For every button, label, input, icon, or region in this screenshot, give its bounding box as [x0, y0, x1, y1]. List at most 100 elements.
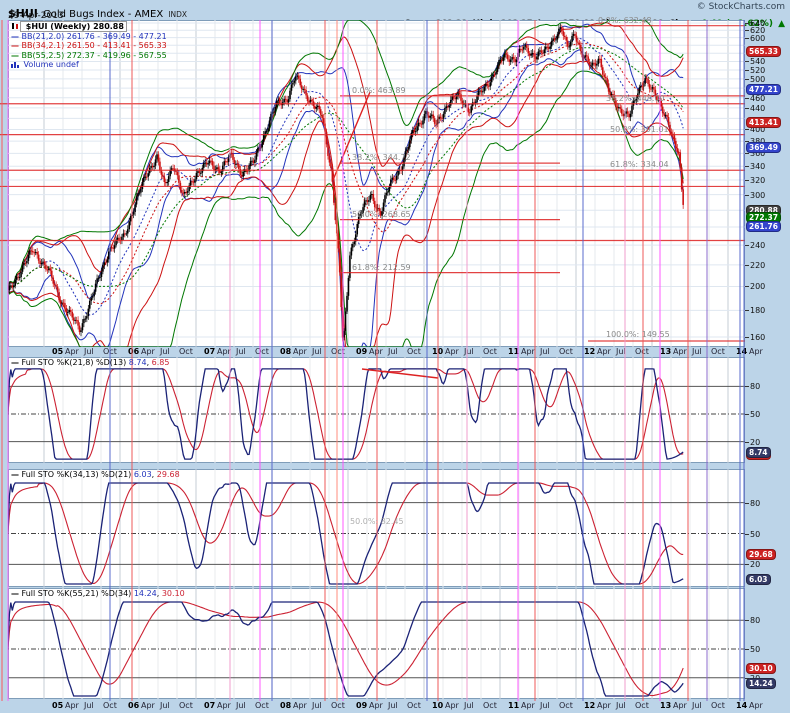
volume-icon	[11, 60, 21, 69]
legend-label: $HUI (Weekly) 280.88	[20, 21, 127, 32]
x-axis-month-label: Apr	[369, 701, 383, 710]
stochastic-legend: — Full STO %K(55,21) %D(34) 14.24, 30.10	[11, 589, 185, 599]
y-axis-tickmark	[745, 265, 749, 266]
y-axis-tick: 200	[750, 282, 765, 291]
x-axis-year-label: 13	[660, 347, 671, 356]
x-axis-year-label: 06	[128, 347, 139, 356]
x-axis-month-label: Oct	[483, 347, 497, 356]
panel-y-tick: 20	[750, 438, 760, 447]
x-axis-month-label: Jul	[84, 347, 94, 356]
x-axis-month-label: Jul	[540, 701, 550, 710]
x-axis-month-label: Oct	[711, 347, 725, 356]
y-axis-tick: 300	[750, 191, 765, 200]
x-axis-year-label: 13	[660, 701, 671, 710]
fib-retracement-label: 100.0%: 149.55	[606, 330, 670, 339]
legend-item: — BB(34,2.1) 261.50 - 413.41 - 565.33	[11, 41, 167, 51]
x-axis-month-label: Apr	[597, 701, 611, 710]
x-axis-month-label: Apr	[65, 347, 79, 356]
line-icon: —	[11, 41, 19, 50]
price-badge: 477.21	[746, 84, 781, 95]
fib-retracement-label: 0.0%: 632.48	[598, 16, 652, 25]
x-axis-month-label: Jul	[692, 347, 702, 356]
candlestick-icon	[11, 22, 20, 31]
y-axis-tickmark	[745, 70, 749, 71]
y-axis-tickmark	[745, 180, 749, 181]
y-axis-tickmark	[745, 310, 749, 311]
x-axis-year-label: 12	[584, 701, 595, 710]
fib-retracement-label: 61.8%: 212.59	[352, 263, 411, 272]
x-axis-month-label: Oct	[635, 347, 649, 356]
panel-y-tick: 80	[750, 499, 760, 508]
stochastic-k-badge: 6.03	[746, 574, 771, 585]
x-axis-month-label: Oct	[559, 347, 573, 356]
panel-y-tick: 50	[750, 410, 760, 419]
x-axis-month-label: Apr	[141, 701, 155, 710]
price-badge: 413.41	[746, 117, 781, 128]
x-axis-month-label: Oct	[255, 701, 269, 710]
stockcharts-weekly-chart: $HUI Gold Bugs Index - AMEX INDX © Stock…	[0, 0, 790, 713]
stochastic-d-value: 29.68	[157, 470, 180, 479]
stochastic-plot-3	[8, 588, 745, 699]
stochastic-legend-label: Full STO %K(21,8) %D(13)	[22, 358, 127, 367]
x-axis-month-label: Jul	[388, 347, 398, 356]
stochastic-plot-2	[8, 469, 745, 587]
panel-y-tick: 80	[750, 382, 760, 391]
stochastic-d-value: 6.85	[152, 358, 170, 367]
stochastic-k-badge: 14.24	[746, 678, 776, 689]
x-axis-month-label: Jul	[160, 347, 170, 356]
x-axis-month-label: Jul	[160, 701, 170, 710]
x-axis-month-label: Jul	[464, 347, 474, 356]
fib-retracement-label: 38.2%: 448.00	[606, 94, 665, 103]
y-axis-tickmark	[745, 129, 749, 130]
y-axis-tickmark	[745, 30, 749, 31]
line-icon: —	[11, 470, 19, 479]
x-axis-month-label: Jul	[84, 701, 94, 710]
y-axis-tickmark	[745, 166, 749, 167]
y-axis-tick: 220	[750, 261, 765, 270]
x-axis-strip: 05AprJulOct06AprJulOct07AprJulOct08AprJu…	[0, 347, 790, 358]
y-axis-tick: 180	[750, 306, 765, 315]
x-axis-year-label: 11	[508, 701, 519, 710]
x-axis-year-label: 11	[508, 347, 519, 356]
y-axis-tickmark	[745, 79, 749, 80]
x-axis-year-label: 12	[584, 347, 595, 356]
line-icon: —	[11, 589, 19, 598]
line-icon: —	[11, 358, 19, 367]
x-axis-year-label: 14	[736, 347, 747, 356]
x-axis-month-label: Oct	[483, 701, 497, 710]
x-axis-month-label: Oct	[711, 701, 725, 710]
legend-label: BB(34,2.1) 261.50 - 413.41 - 565.33	[19, 41, 167, 50]
x-axis-month-label: Apr	[65, 701, 79, 710]
stochastic-k-badge: 8.74	[746, 447, 771, 458]
fib-retracement-label: 50.0%: 268.65	[352, 210, 411, 219]
x-axis-month-label: Oct	[331, 347, 345, 356]
stochastic-d-badge: 29.68	[746, 549, 776, 560]
stochastic-legend-label: Full STO %K(55,21) %D(34)	[22, 589, 132, 598]
y-axis-tickmark	[745, 337, 749, 338]
stochastic-legend-label: Full STO %K(34,13) %D(21)	[22, 470, 132, 479]
x-axis-year-label: 09	[356, 347, 367, 356]
y-axis-tickmark	[745, 98, 749, 99]
stochastic-d-badge: 30.10	[746, 663, 776, 674]
x-axis-month-label: Apr	[673, 347, 687, 356]
x-axis-month-label: Oct	[331, 701, 345, 710]
panel-y-tickmark	[745, 534, 749, 535]
panel-y-tick: 80	[750, 616, 760, 625]
y-axis-tick: 160	[750, 333, 765, 342]
y-axis-tickmark	[745, 245, 749, 246]
y-axis-tick: 500	[750, 75, 765, 84]
x-axis-month-label: Oct	[407, 701, 421, 710]
y-axis-tick: 240	[750, 241, 765, 250]
exchange-label: INDX	[168, 10, 187, 19]
x-axis-month-label: Jul	[692, 701, 702, 710]
x-axis-month-label: Oct	[635, 701, 649, 710]
fib-retracement-label: 61.8%: 334.04	[610, 160, 669, 169]
x-axis-month-label: Jul	[388, 701, 398, 710]
x-axis-month-label: Jul	[540, 347, 550, 356]
x-axis-strip: 05AprJulOct06AprJulOct07AprJulOct08AprJu…	[0, 701, 790, 712]
fib-retracement-label: 38.2%: 344.72	[352, 153, 411, 162]
legend-item: Volume undef	[11, 60, 167, 70]
legend-label: BB(55,2.5) 272.37 - 419.96 - 567.55	[19, 51, 167, 60]
y-axis-tick: 460	[750, 94, 765, 103]
price-badge: 261.76	[746, 221, 781, 232]
